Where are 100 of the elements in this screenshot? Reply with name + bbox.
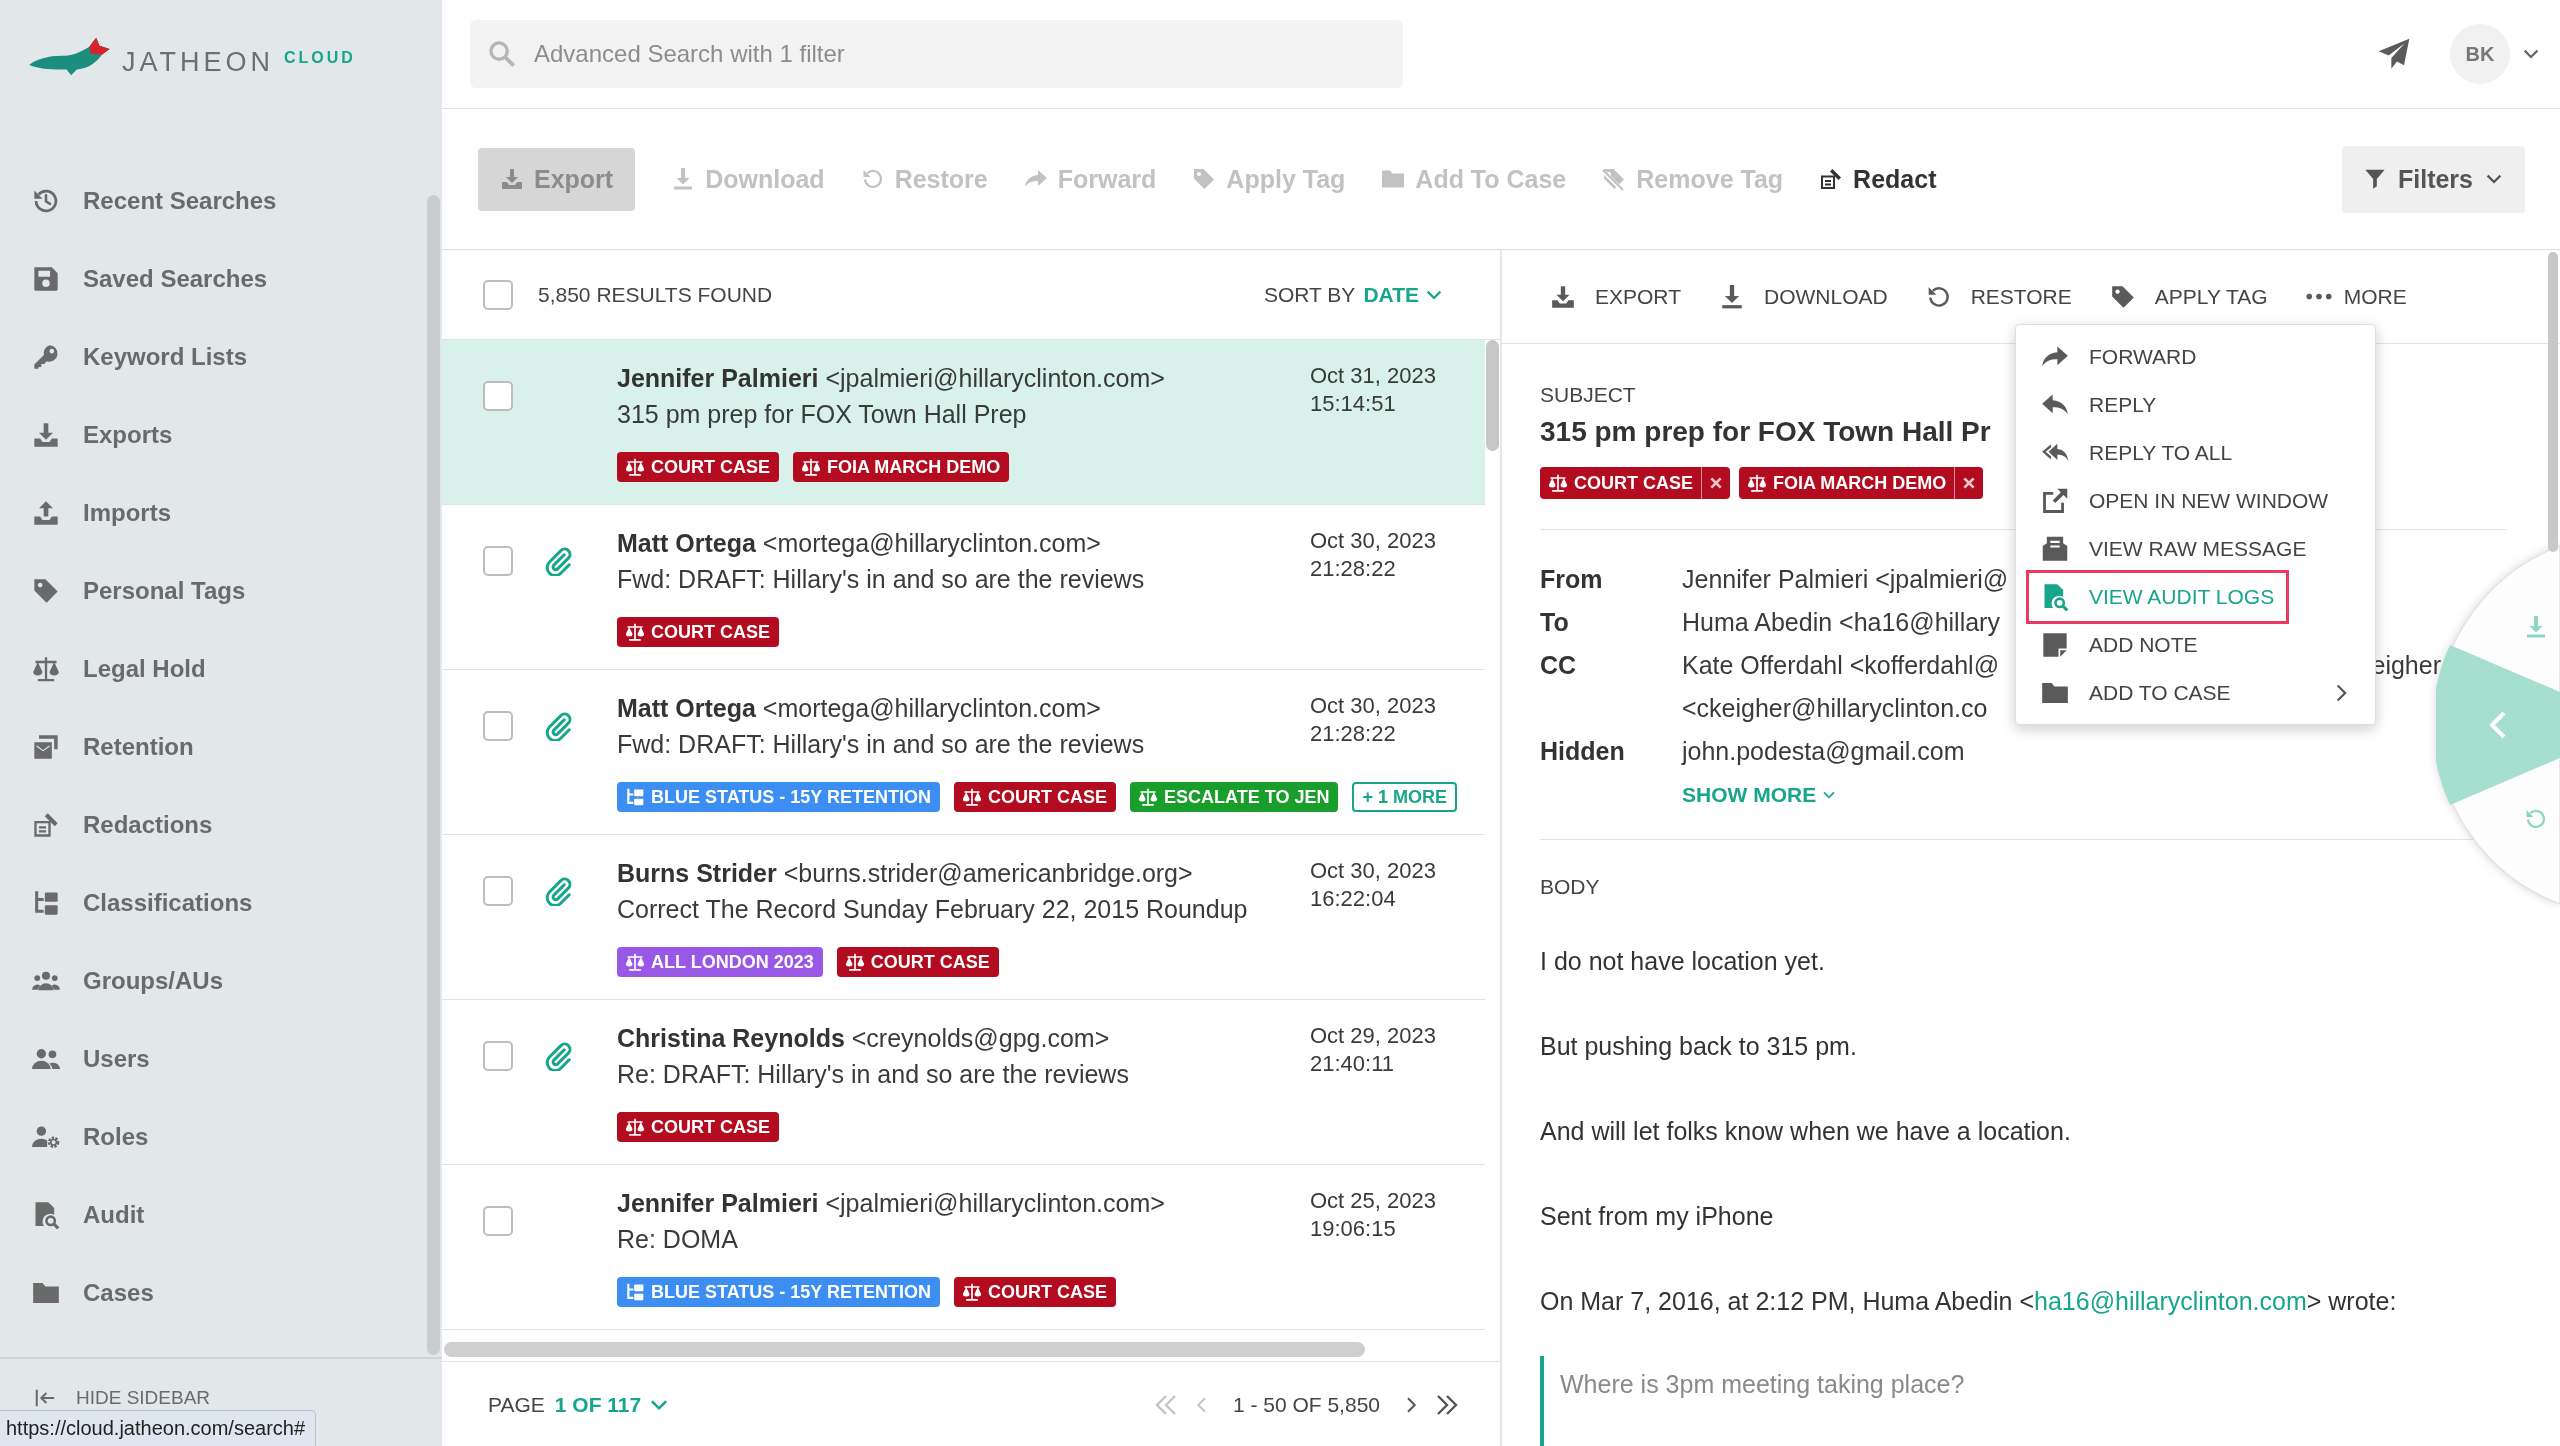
more-tags-button[interactable]: + 1 MORE: [1352, 782, 1457, 812]
filters-button[interactable]: Filters: [2341, 145, 2525, 213]
sidebar-item[interactable]: Roles: [0, 1098, 370, 1176]
time-text: 21:28:22: [1310, 720, 1396, 748]
action-button[interactable]: MORE: [2305, 284, 2407, 309]
action-button[interactable]: DOWNLOAD: [1718, 283, 1888, 310]
close-icon: [1708, 475, 1724, 491]
sidebar-item[interactable]: Legal Hold: [0, 630, 370, 708]
sidebar-item[interactable]: Personal Tags: [0, 552, 370, 630]
email-row[interactable]: Christina Reynolds <creynolds@gpg.com> Re: DRAFT: Hillary's in and so are the reviews Oct 29, 2023 21:40:11 COURT CASE: [442, 1000, 1485, 1165]
action-button[interactable]: EXPORT: [1550, 283, 1681, 310]
tag-label: FOIA MARCH DEMO: [827, 456, 1001, 478]
sort-select[interactable]: DATE: [1363, 282, 1443, 307]
results-count: 5,850 RESULTS FOUND: [538, 282, 773, 307]
download-tray-icon: [500, 167, 524, 191]
scrollbar[interactable]: [1486, 340, 1499, 451]
sidebar-item[interactable]: Retention: [0, 708, 370, 786]
body-paragraph: And will let folks know when we have a location.: [1540, 1116, 2071, 1147]
menu-item[interactable]: OPEN IN NEW WINDOW: [2026, 477, 2344, 525]
funnel-icon: [2363, 168, 2386, 190]
tag-icon: [2109, 283, 2136, 310]
redact-icon: [1819, 167, 1844, 191]
date-text: Oct 29, 2023: [1310, 1022, 1436, 1050]
subject-text: Correct The Record Sunday February 22, 2015 Roundup: [617, 894, 1248, 925]
double-chevron-right-icon[interactable]: [1434, 1393, 1460, 1417]
sidebar-item[interactable]: Cases: [0, 1254, 370, 1332]
tag-label: COURT CASE: [988, 1281, 1108, 1303]
sidebar-item[interactable]: Groups/AUs: [0, 942, 370, 1020]
menu-item[interactable]: VIEW RAW MESSAGE: [2026, 525, 2322, 573]
tag-icon: [32, 577, 60, 605]
chevron-left-icon[interactable]: [2492, 713, 2504, 737]
redact-icon: [32, 811, 60, 839]
field-label: From: [1540, 564, 1603, 595]
checkbox[interactable]: [483, 876, 513, 906]
sender-text: Matt Ortega <mortega@hillaryclinton.com>: [617, 528, 1101, 559]
field-label: To: [1540, 607, 1569, 638]
page-label: PAGE: [488, 1393, 545, 1417]
download-tray-icon: [1550, 283, 1576, 310]
key-icon: [32, 343, 60, 371]
sender-text: Jennifer Palmieri <jpalmieri@hillaryclinton.com>: [617, 1188, 1165, 1219]
note-icon: [2041, 631, 2069, 659]
field-value: Jennifer Palmieri <jpalmieri@: [1682, 564, 2009, 595]
page-select[interactable]: 1 OF 117: [554, 1393, 670, 1417]
menu-item[interactable]: FORWARD: [2026, 333, 2212, 381]
email-link[interactable]: ha16@hillaryclinton.com: [2034, 1287, 2307, 1315]
scale-icon: [844, 952, 865, 972]
show-more-button[interactable]: SHOW MORE: [1682, 773, 1837, 816]
paper-plane-icon[interactable]: [2378, 38, 2410, 70]
more-dots-icon: [2305, 293, 2332, 300]
scale-icon: [1747, 473, 1767, 493]
sidebar-item[interactable]: Users: [0, 1020, 370, 1098]
hide-sidebar-button[interactable]: HIDE SIDEBAR: [34, 1387, 211, 1409]
restore-icon[interactable]: [2526, 810, 2544, 827]
envelope-stack-icon: [32, 733, 60, 761]
tag-label: COURT CASE: [870, 951, 990, 973]
sidebar-item[interactable]: Exports: [0, 396, 370, 474]
sidebar-item[interactable]: Keyword Lists: [0, 318, 370, 396]
email-row[interactable]: Matt Ortega <mortega@hillaryclinton.com> Fwd: DRAFT: Hillary's in and so are the reviews Oct 30, 2023 21:28:22 BLUE STATUS - 15Y RETENTION COURT CASE ESCALATE TO JEN + 1 MORE: [442, 670, 1485, 835]
subject-title: 315 pm prep for FOX Town Hall Pr: [1540, 415, 1991, 449]
sidebar-item[interactable]: Classifications: [0, 864, 370, 942]
checkbox[interactable]: [483, 279, 513, 310]
sidebar-item[interactable]: Recent Searches: [0, 162, 370, 240]
search-field[interactable]: Advanced Search with 1 filter: [470, 20, 1403, 88]
checkbox[interactable]: [483, 711, 513, 741]
email-row[interactable]: Burns Strider <burns.strider@americanbridge.org> Correct The Record Sunday February 22, 2015 Roundup Oct 30, 2023 16:22:04 ALL LONDON 2023 COURT CASE: [442, 835, 1485, 1000]
history-icon: [32, 187, 60, 215]
action-button[interactable]: RESTORE: [1925, 283, 2072, 310]
menu-item[interactable]: VIEW AUDIT LOGS: [2026, 570, 2290, 624]
email-row[interactable]: Jennifer Palmieri <jpalmieri@hillaryclinton.com> 315 pm prep for FOX Town Hall Prep Oct 31, 2023 15:14:51 COURT CASE FOIA MARCH DEMO: [442, 340, 1485, 505]
checkbox[interactable]: [483, 1206, 513, 1236]
email-row[interactable]: Matt Ortega <mortega@hillaryclinton.com> Fwd: DRAFT: Hillary's in and so are the reviews Oct 30, 2023 21:28:22 COURT CASE: [442, 505, 1485, 670]
tag-label: COURT CASE: [651, 1116, 770, 1138]
upload-tray-icon: [32, 499, 60, 527]
download-icon[interactable]: [2527, 616, 2545, 638]
menu-item[interactable]: ADD TO CASE: [2026, 669, 2366, 717]
scrollbar[interactable]: [427, 195, 440, 1355]
scrollbar[interactable]: [444, 1342, 1365, 1357]
menu-item[interactable]: REPLY TO ALL: [2026, 429, 2248, 477]
scale-icon: [1138, 787, 1159, 807]
toolbar-button[interactable]: Redact: [1819, 147, 1937, 211]
search-icon: [488, 40, 516, 68]
scale-icon: [1548, 473, 1568, 493]
scale-icon: [625, 1117, 645, 1137]
scrollbar[interactable]: [2548, 252, 2558, 552]
checkbox[interactable]: [483, 546, 513, 576]
sidebar-item[interactable]: Imports: [0, 474, 370, 552]
checkbox[interactable]: [483, 381, 513, 411]
date-text: Oct 25, 2023: [1310, 1187, 1436, 1215]
menu-item[interactable]: REPLY: [2026, 381, 2172, 429]
action-button[interactable]: APPLY TAG: [2109, 283, 2268, 310]
sidebar-item[interactable]: Redactions: [0, 786, 370, 864]
body-paragraph: On Mar 7, 2016, at 2:12 PM, Huma Abedin <ha16@hillaryclinton.com> wrote:: [1540, 1286, 2397, 1317]
time-text: 19:06:15: [1310, 1215, 1396, 1243]
email-row[interactable]: Jennifer Palmieri <jpalmieri@hillaryclinton.com> Re: DOMA Oct 25, 2023 19:06:15 BLUE STATUS - 15Y RETENTION COURT CASE: [442, 1165, 1485, 1330]
sidebar-item[interactable]: Audit: [0, 1176, 370, 1254]
checkbox[interactable]: [483, 1041, 513, 1071]
menu-item[interactable]: ADD NOTE: [2026, 621, 2213, 669]
page-range: 1 - 50 OF 5,850: [1232, 1393, 1380, 1417]
avatar-button[interactable]: BK: [2450, 24, 2510, 84]
sidebar-item[interactable]: Saved Searches: [0, 240, 370, 318]
